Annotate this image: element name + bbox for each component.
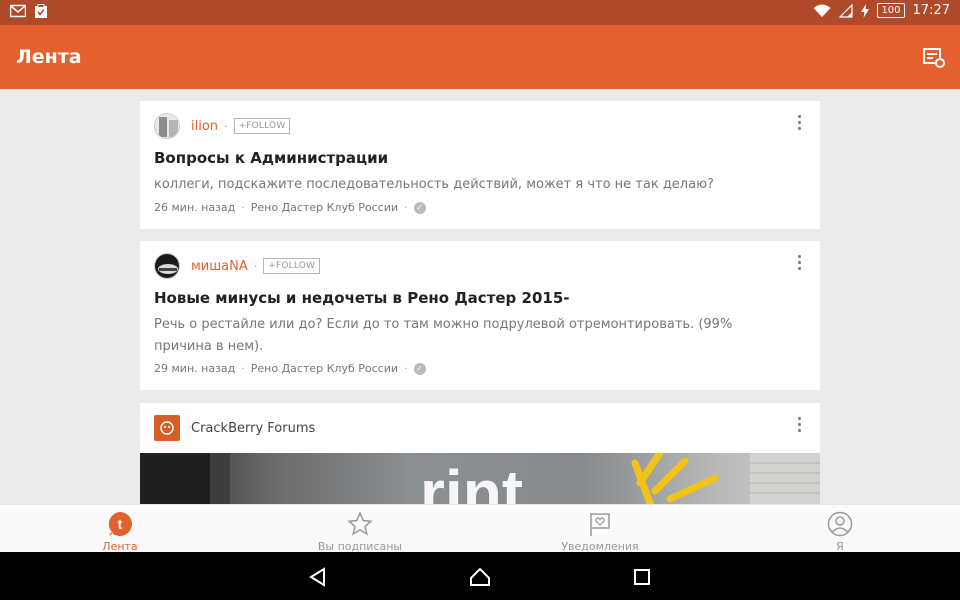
sponsored-card[interactable]: CrackBerry Forums rint <box>140 403 820 504</box>
community-name[interactable]: Рено Дастер Клуб России <box>251 201 398 214</box>
star-icon <box>347 511 373 536</box>
tab-subscriptions[interactable]: Вы подписаны <box>300 511 420 553</box>
gmail-icon <box>10 4 26 18</box>
post-preview[interactable]: коллеги, подскажите последовательность д… <box>154 174 794 196</box>
forum-name[interactable]: CrackBerry Forums <box>191 421 315 436</box>
post-time: 29 мин. назад <box>154 362 236 375</box>
card-header: CrackBerry Forums <box>154 415 315 441</box>
post-meta: 26 мин. назад · Рено Дастер Клуб России … <box>154 201 426 214</box>
battery-level: 100 <box>877 3 905 18</box>
post-title[interactable]: Вопросы к Администрации <box>154 149 388 167</box>
status-bar: 100 17:27 <box>0 0 960 25</box>
more-options-icon[interactable] <box>792 417 806 437</box>
home-icon[interactable] <box>469 566 491 588</box>
avatar[interactable] <box>154 113 180 139</box>
verified-icon: ✓ <box>413 362 426 375</box>
more-options-icon[interactable] <box>792 115 806 135</box>
svg-text:rint: rint <box>420 457 523 504</box>
author-name[interactable]: ilion <box>191 119 218 134</box>
card-header: мишаNA · +FOLLOW <box>154 253 321 279</box>
card-header: ilion · +FOLLOW <box>154 113 291 139</box>
crackberry-logo[interactable] <box>154 415 180 441</box>
verified-icon: ✓ <box>413 201 426 214</box>
more-options-icon[interactable] <box>792 255 806 275</box>
clipboard-check-icon <box>35 4 47 18</box>
separator: · <box>404 201 408 214</box>
page-title: Лента <box>16 46 82 68</box>
notification-flag-icon <box>590 513 610 536</box>
system-navigation-bar <box>0 552 960 600</box>
tapatalk-icon: t <box>108 512 132 536</box>
post-meta: 29 мин. назад · Рено Дастер Клуб России … <box>154 362 426 375</box>
post-title[interactable]: Новые минусы и недочеты в Рено Дастер 20… <box>154 289 570 307</box>
separator: · <box>241 362 245 375</box>
tab-notifications[interactable]: Уведомления <box>540 511 660 553</box>
feed-settings-icon[interactable] <box>922 45 946 69</box>
profile-icon <box>827 511 853 537</box>
bottom-navigation: t Лента Вы подписаны Уведомления Я <box>0 504 960 553</box>
post-image[interactable]: rint <box>140 453 820 504</box>
tab-feed[interactable]: t Лента <box>60 511 180 553</box>
back-icon[interactable] <box>307 566 329 588</box>
separator: · <box>404 362 408 375</box>
clock: 17:27 <box>912 3 950 18</box>
post-preview[interactable]: Речь о рестайле или до? Если до то там м… <box>154 314 794 358</box>
svg-text:t: t <box>118 516 123 532</box>
separator: · <box>224 119 228 133</box>
feed-card[interactable]: мишаNA · +FOLLOW Новые минусы и недочеты… <box>140 241 820 390</box>
wifi-icon <box>813 4 831 17</box>
post-time: 26 мин. назад <box>154 201 236 214</box>
signal-icon <box>839 3 854 18</box>
charging-icon <box>861 3 870 18</box>
follow-button[interactable]: +FOLLOW <box>233 118 291 134</box>
avatar[interactable] <box>154 253 180 279</box>
separator: · <box>241 201 245 214</box>
tab-profile[interactable]: Я <box>780 511 900 553</box>
community-name[interactable]: Рено Дастер Клуб России <box>251 362 398 375</box>
app-bar: Лента <box>0 25 960 89</box>
recents-icon[interactable] <box>631 566 653 588</box>
feed-card[interactable]: ilion · +FOLLOW Вопросы к Администрации … <box>140 101 820 229</box>
follow-button[interactable]: +FOLLOW <box>263 258 321 274</box>
feed-list[interactable]: ilion · +FOLLOW Вопросы к Администрации … <box>140 89 820 504</box>
separator: · <box>253 259 258 273</box>
author-name[interactable]: мишаNA <box>191 259 248 274</box>
